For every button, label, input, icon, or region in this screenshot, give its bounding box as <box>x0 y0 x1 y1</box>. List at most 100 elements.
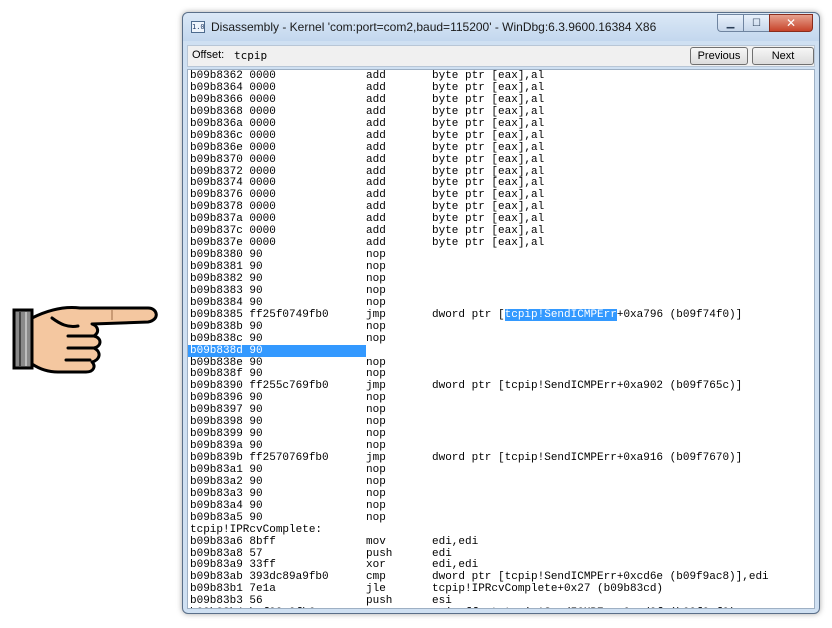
row-operands: esi,offset tcpip!SendICMPErr+0xcd9f (b09… <box>432 607 736 608</box>
row-address: b09b8366 0000 <box>190 93 276 106</box>
row-operands: byte ptr [eax],al <box>432 141 545 154</box>
row-mnemonic: nop <box>366 249 386 262</box>
disassembly-row[interactable]: b09b83a9 33ff xor edi,edi <box>190 559 814 571</box>
disassembly-row[interactable]: tcpip!IPRcvComplete: <box>190 524 814 536</box>
disassembly-row[interactable]: b09b836a 0000 add byte ptr [eax],al <box>190 118 814 130</box>
row-address: b09b8398 90 <box>190 416 263 429</box>
row-operands: byte ptr [eax],al <box>432 177 545 190</box>
disassembly-row[interactable]: b09b83ab 393dc89a9fb0 cmp dword ptr [tcpip… <box>190 571 814 583</box>
offset-input[interactable] <box>234 48 334 63</box>
row-mnemonic: nop <box>366 440 386 453</box>
disassembly-row[interactable]: b09b838b 90 nop <box>190 321 814 333</box>
row-operands: byte ptr [eax],al <box>432 189 545 202</box>
disassembly-row[interactable]: b09b8381 90 nop <box>190 261 814 273</box>
disassembly-row[interactable]: b09b83a2 90 nop <box>190 476 814 488</box>
disassembly-row[interactable]: b09b836e 0000 add byte ptr [eax],al <box>190 142 814 154</box>
disassembly-row[interactable]: b09b8396 90 nop <box>190 392 814 404</box>
row-operands: dword ptr [tcpip!SendICMPErr+0xcd6e (b09… <box>432 571 769 584</box>
disassembly-row[interactable]: b09b8390 ff255c769fb0 jmp dword ptr [tcpip… <box>190 380 814 392</box>
row-operands: byte ptr [eax],al <box>432 105 545 118</box>
disassembly-row[interactable]: b09b8374 0000 add byte ptr [eax],al <box>190 177 814 189</box>
previous-button[interactable]: Previous <box>690 47 748 65</box>
disassembly-row[interactable]: b09b837a 0000 add byte ptr [eax],al <box>190 213 814 225</box>
title-bar[interactable]: 1.0 Disassembly - Kernel 'com:port=com2,… <box>183 13 819 41</box>
operand-suffix: +0xa796 (b09f74f0)] <box>616 308 743 321</box>
disassembly-row[interactable]: b09b8372 0000 add byte ptr [eax],al <box>190 166 814 178</box>
row-address: b09b838b 90 <box>190 320 263 333</box>
disassembly-row[interactable]: b09b83a8 57 push edi <box>190 548 814 560</box>
row-mnemonic: nop <box>366 320 386 333</box>
disassembly-pane[interactable]: b09b8362 0000 add byte ptr [eax],al b09b836… <box>187 69 815 609</box>
disassembly-row[interactable]: b09b8380 90 nop <box>190 249 814 261</box>
disassembly-row[interactable]: b09b837e 0000 add byte ptr [eax],al <box>190 237 814 249</box>
row-address: b09b83b1 7e1a <box>190 583 276 596</box>
disassembly-row[interactable]: b09b8398 90 nop <box>190 416 814 428</box>
row-address: b09b8396 90 <box>190 392 263 405</box>
disassembly-row[interactable]: b09b8385 ff25f0749fb0 jmp dword ptr [tcpip… <box>190 308 814 321</box>
row-mnemonic: add <box>366 105 386 118</box>
row-mnemonic: nop <box>366 272 386 285</box>
minimize-button[interactable]: ▁ <box>717 14 743 32</box>
maximize-icon: ☐ <box>752 17 761 29</box>
disassembly-row[interactable]: b09b83a5 90 nop <box>190 512 814 524</box>
disassembly-row[interactable]: b09b8378 0000 add byte ptr [eax],al <box>190 201 814 213</box>
row-mnemonic: add <box>366 177 386 190</box>
disassembly-row[interactable]: b09b8368 0000 add byte ptr [eax],al <box>190 106 814 118</box>
disassembly-row[interactable]: b09b836c 0000 add byte ptr [eax],al <box>190 130 814 142</box>
row-address: b09b8399 90 <box>190 428 263 441</box>
disassembly-row[interactable]: b09b8370 0000 add byte ptr [eax],al <box>190 154 814 166</box>
disassembly-row[interactable]: b09b8383 90 nop <box>190 285 814 297</box>
row-address: b09b837e 0000 <box>190 237 276 250</box>
row-address: tcpip!IPRcvComplete: <box>190 523 323 536</box>
maximize-button[interactable]: ☐ <box>743 14 769 32</box>
windbg-app-icon: 1.0 <box>191 21 205 33</box>
disassembly-row[interactable]: b09b8399 90 nop <box>190 428 814 440</box>
row-operands: byte ptr [eax],al <box>432 129 545 142</box>
row-operands: byte ptr [eax],al <box>432 165 545 178</box>
row-mnemonic: jle <box>366 583 386 596</box>
disassembly-row[interactable]: b09b83a6 8bff mov edi,edi <box>190 536 814 548</box>
disassembly-row[interactable]: b09b838c 90 nop <box>190 333 814 345</box>
row-operands: byte ptr [eax],al <box>432 225 545 238</box>
row-mnemonic: jmp <box>366 380 386 393</box>
operand-prefix: dword ptr [ <box>432 308 505 321</box>
disassembly-row[interactable]: b09b837c 0000 add byte ptr [eax],al <box>190 225 814 237</box>
row-mnemonic: nop <box>366 296 386 309</box>
disassembly-row[interactable]: b09b8397 90 nop <box>190 404 814 416</box>
disassembly-row[interactable]: b09b83b3 56 push esi <box>190 595 814 607</box>
row-mnemonic: nop <box>366 463 386 476</box>
row-address: b09b836c 0000 <box>190 129 276 142</box>
disassembly-row[interactable]: b09b839b ff2570769fb0 jmp dword ptr [tcpip… <box>190 452 814 464</box>
disassembly-row[interactable]: b09b83b1 7e1a jle tcpip!IPRcvComplete+0x27… <box>190 583 814 595</box>
disassembly-row[interactable]: b09b83b4 bef99a9fb0 mov esi,offset tcpip!S… <box>190 607 814 608</box>
disassembly-row[interactable]: b09b8382 90 nop <box>190 273 814 285</box>
row-operands: byte ptr [eax],al <box>432 117 545 130</box>
disassembly-row-selected[interactable]: b09b838d 90 nop <box>188 344 814 357</box>
disassembly-listing: b09b8362 0000 add byte ptr [eax],al b09b836… <box>188 70 814 608</box>
row-mnemonic: add <box>366 213 386 226</box>
disassembly-row[interactable]: b09b83a4 90 nop <box>190 500 814 512</box>
next-button[interactable]: Next <box>752 47 814 65</box>
row-mnemonic: add <box>366 129 386 142</box>
disassembly-row[interactable]: b09b8384 90 nop <box>190 297 814 309</box>
row-mnemonic: add <box>366 93 386 106</box>
disassembly-row[interactable]: b09b8366 0000 add byte ptr [eax],al <box>190 94 814 106</box>
row-mnemonic: nop <box>366 487 386 500</box>
row-operands: edi,edi <box>432 559 479 572</box>
row-address: b09b8372 0000 <box>190 165 276 178</box>
row-operands: dword ptr [tcpip!SendICMPErr+0xa916 (b09… <box>432 452 743 464</box>
disassembly-row[interactable]: b09b839a 90 nop <box>190 440 814 452</box>
row-address: b09b837c 0000 <box>190 225 276 238</box>
row-address: b09b8364 0000 <box>190 81 276 94</box>
disassembly-row[interactable]: b09b83a1 90 nop <box>190 464 814 476</box>
row-address: b09b8380 90 <box>190 249 263 262</box>
disassembly-row[interactable]: b09b8376 0000 add byte ptr [eax],al <box>190 189 814 201</box>
disassembly-row[interactable]: b09b838e 90 nop <box>190 357 814 369</box>
disassembly-row[interactable]: b09b83a3 90 nop <box>190 488 814 500</box>
row-address: b09b83ab 393dc89a9fb0 <box>190 571 329 584</box>
disassembly-row[interactable]: b09b8362 0000 add byte ptr [eax],al <box>190 70 814 82</box>
row-operands: byte ptr [eax],al <box>432 213 545 226</box>
disassembly-row[interactable]: b09b838f 90 nop <box>190 368 814 380</box>
disassembly-row[interactable]: b09b8364 0000 add byte ptr [eax],al <box>190 82 814 94</box>
close-button[interactable]: ✕ <box>769 14 813 32</box>
